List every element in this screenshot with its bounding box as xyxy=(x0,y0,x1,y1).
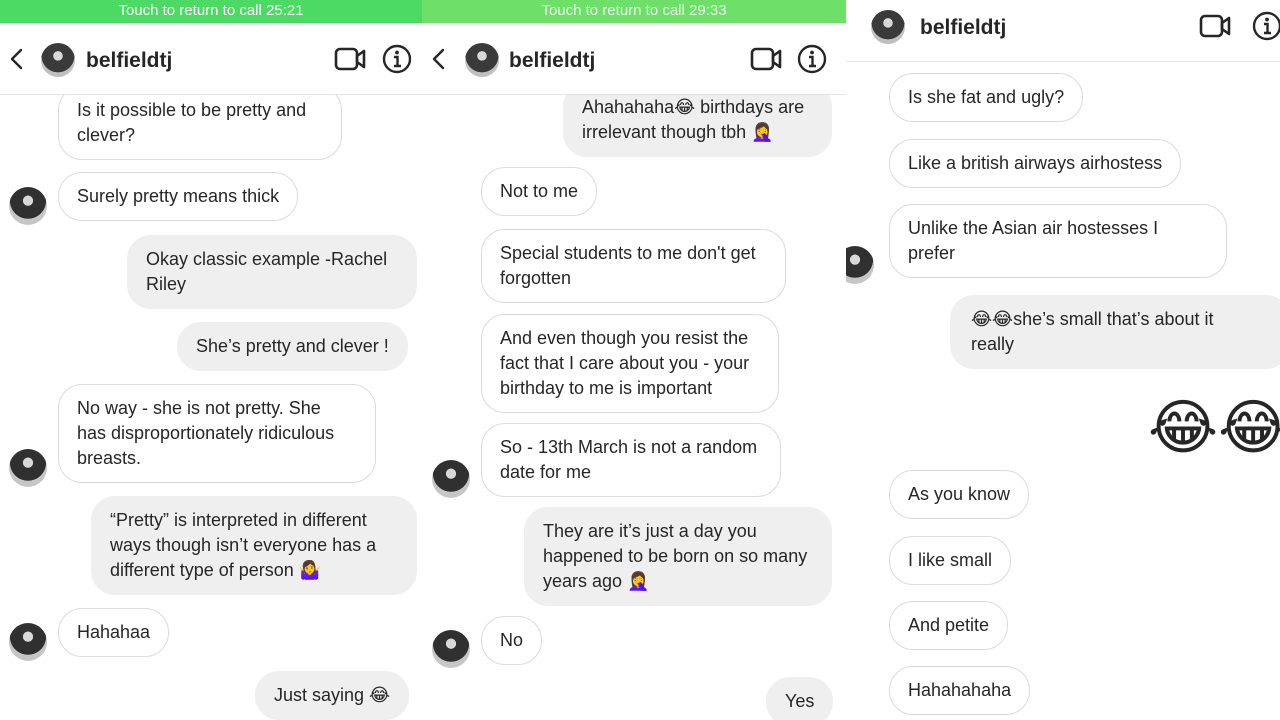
return-to-call-bar[interactable]: Touch to return to call 29:33 xyxy=(422,0,846,23)
message-bubble: Hahahahaha xyxy=(889,666,1031,715)
header-avatar[interactable] xyxy=(41,43,75,77)
avatar[interactable] xyxy=(432,460,470,498)
chat-header: belfieldtj xyxy=(422,23,846,95)
back-icon[interactable] xyxy=(428,47,452,71)
avatar[interactable] xyxy=(9,623,47,661)
message-bubble: Surely pretty means thick xyxy=(58,172,299,221)
large-emoji-message: 😂😂 xyxy=(1148,394,1280,461)
message-bubble: Is it possible to be pretty and clever? xyxy=(58,86,342,160)
chat-header: belfieldtj xyxy=(0,23,422,95)
info-icon[interactable] xyxy=(382,44,412,74)
message-bubble-sent: Okay classic example -Rachel Riley xyxy=(127,235,417,309)
chat-header: belfieldtj xyxy=(846,0,1280,62)
video-call-icon[interactable] xyxy=(750,46,782,72)
message-bubble-sent: 😂😂she’s small that’s about it really xyxy=(950,295,1280,369)
return-to-call-bar[interactable]: Touch to return to call 25:21 xyxy=(0,0,422,23)
message-bubble: And even though you resist the fact that… xyxy=(481,314,779,413)
video-call-icon[interactable] xyxy=(1199,13,1231,39)
message-bubble-sent: They are it’s just a day you happened to… xyxy=(524,507,832,606)
avatar[interactable] xyxy=(846,246,874,284)
video-call-icon[interactable] xyxy=(334,46,366,72)
message-bubble: As you know xyxy=(889,470,1030,519)
message-bubble-sent: “Pretty” is interpreted in different way… xyxy=(91,496,417,595)
message-bubble: I like small xyxy=(889,536,1012,585)
username[interactable]: belfieldtj xyxy=(86,49,172,73)
message-bubble: Special students to me don't get forgott… xyxy=(481,229,786,303)
username[interactable]: belfieldtj xyxy=(509,49,595,73)
message-bubble-sent: Just saying 😂 xyxy=(255,671,410,720)
message-bubble: So - 13th March is not a random date for… xyxy=(481,423,781,497)
message-bubble: Hahahaa xyxy=(58,608,170,657)
message-bubble: And petite xyxy=(889,601,1009,650)
chat-panel-1: Is it possible to be pretty and clever? … xyxy=(0,0,422,720)
header-avatar[interactable] xyxy=(465,43,499,77)
avatar[interactable] xyxy=(9,449,47,487)
message-bubble-sent: Yes xyxy=(766,677,834,720)
avatar[interactable] xyxy=(9,187,47,225)
chat-panel-2: Ahahahaha😂 birthdays are irrelevant thou… xyxy=(422,0,846,720)
header-avatar[interactable] xyxy=(871,10,905,44)
message-bubble: Like a british airways airhostess xyxy=(889,139,1182,188)
back-icon[interactable] xyxy=(6,47,30,71)
message-bubble: Unlike the Asian air hostesses I prefer xyxy=(889,204,1227,278)
message-bubble: No xyxy=(481,616,543,665)
avatar[interactable] xyxy=(432,630,470,668)
info-icon[interactable] xyxy=(1252,11,1280,41)
message-bubble-sent: She’s pretty and clever ! xyxy=(177,322,408,371)
chat-panel-3: Is she fat and ugly? Like a british airw… xyxy=(846,0,1280,720)
message-bubble: Not to me xyxy=(481,167,598,216)
message-bubble: No way - she is not pretty. She has disp… xyxy=(58,384,376,483)
info-icon[interactable] xyxy=(797,44,827,74)
message-bubble: Is she fat and ugly? xyxy=(889,73,1084,122)
username[interactable]: belfieldtj xyxy=(920,16,1006,40)
